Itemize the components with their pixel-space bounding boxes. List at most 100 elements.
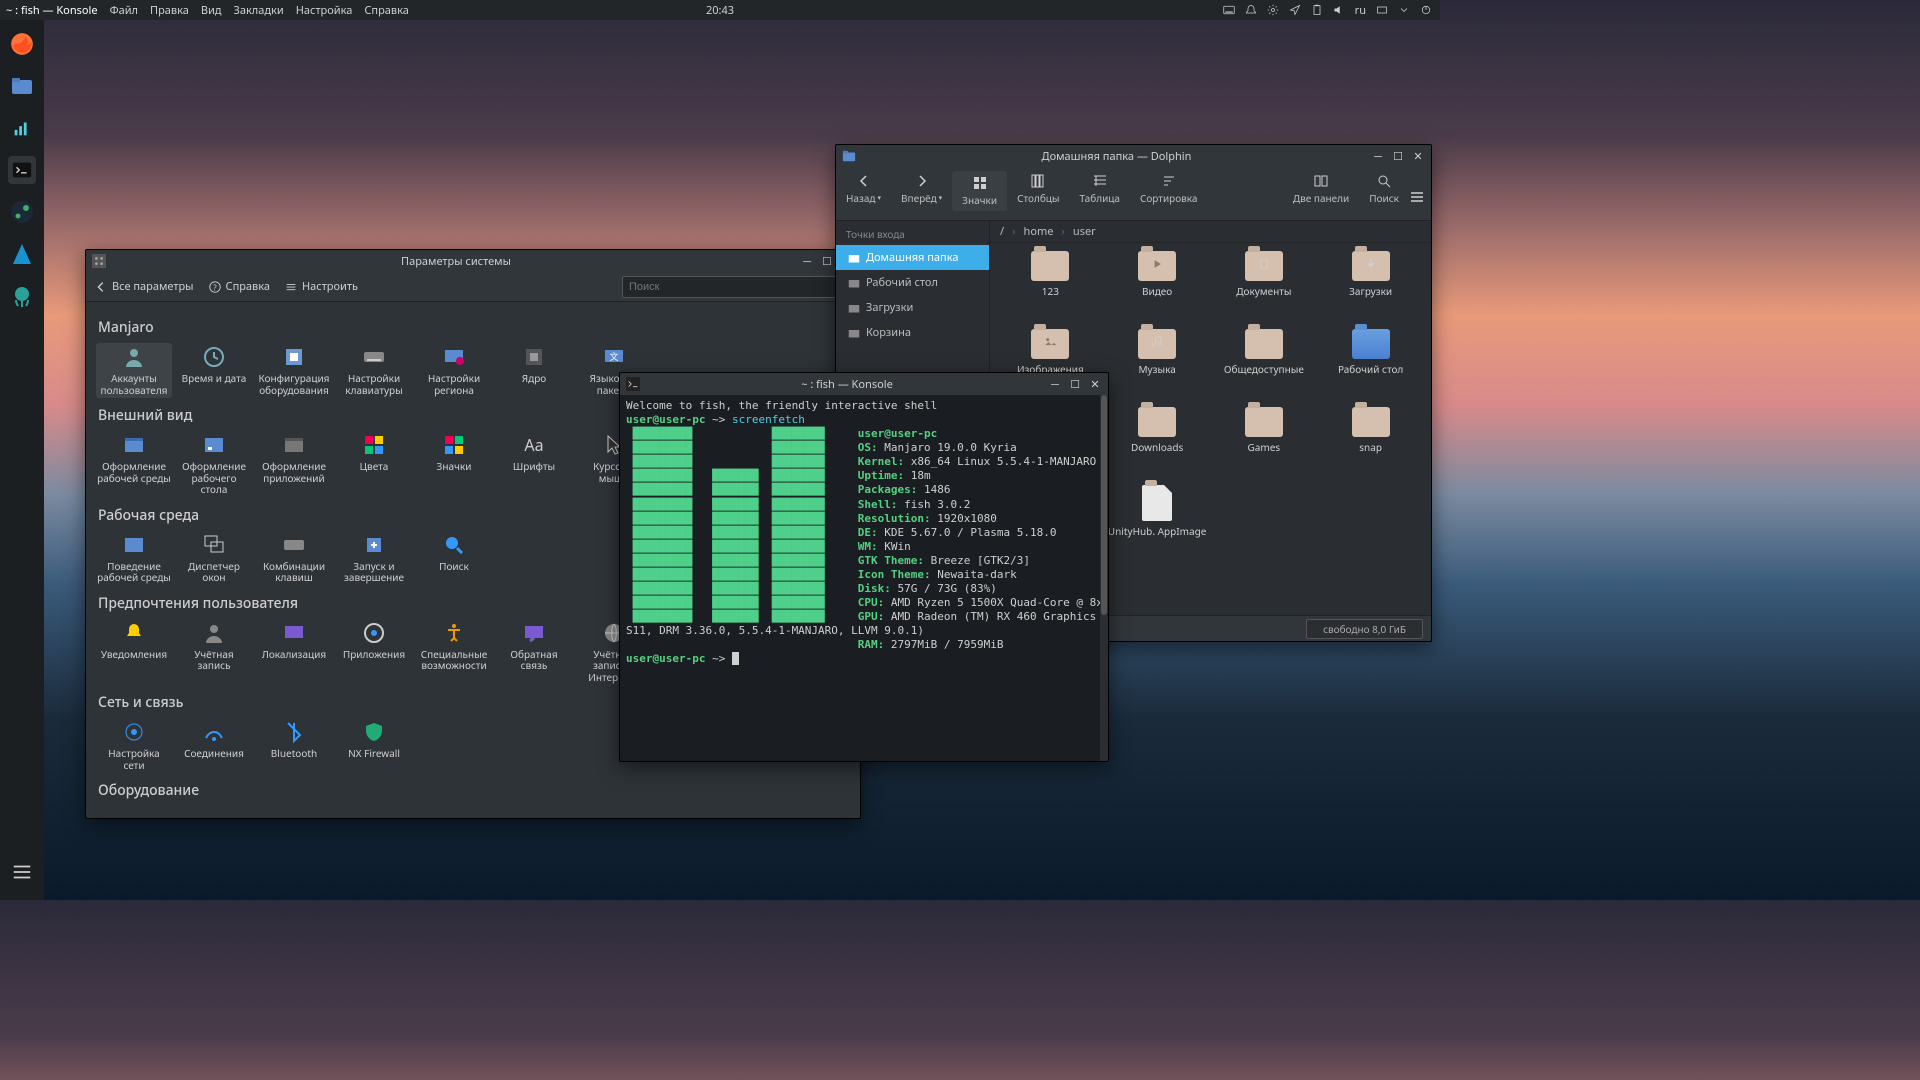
settings-item[interactable]: Оформление рабочего стола [176, 431, 252, 498]
dock-steam[interactable] [8, 198, 36, 226]
file-item[interactable]: UnityHub. AppImage [1105, 485, 1210, 561]
settings-item-label: Соединения [184, 748, 244, 760]
toolbar-split[interactable]: Две панели [1283, 173, 1359, 205]
toolbar-menu[interactable] [1409, 189, 1425, 205]
tray-keyboard-icon[interactable] [1223, 4, 1235, 16]
menu-help[interactable]: Справка [364, 3, 408, 18]
kbd-icon [362, 345, 386, 369]
konsole-titlebar[interactable]: ~ : fish — Konsole ─ ☐ ✕ [620, 373, 1108, 395]
minimize-button[interactable]: ─ [1371, 149, 1385, 163]
toolbar-search[interactable]: Поиск [1359, 173, 1409, 205]
toolbar-icons-view[interactable]: Значки [952, 171, 1007, 211]
tray-clipboard-icon[interactable] [1311, 4, 1323, 16]
panel-clock[interactable]: 20:43 [706, 3, 734, 18]
folder-item[interactable]: 123 [998, 251, 1103, 327]
toolbar-columns-view[interactable]: Столбцы [1007, 173, 1069, 205]
settings-item[interactable]: Цвета [336, 431, 412, 498]
menu-settings[interactable]: Настройка [296, 3, 353, 18]
folder-item[interactable]: Games [1212, 407, 1317, 483]
tray-location-icon[interactable] [1289, 4, 1301, 16]
settings-item[interactable]: Настройки клавиатуры [336, 343, 412, 398]
settings-item[interactable]: Время и дата [176, 343, 252, 398]
dock-octopi[interactable] [8, 282, 36, 310]
settings-item[interactable]: AaШрифты [496, 431, 572, 498]
settings-item[interactable]: Аккаунты пользователя [96, 343, 172, 398]
folder-item[interactable]: snap [1318, 407, 1423, 483]
settings-item[interactable]: Поведение рабочей среды [96, 531, 172, 586]
tray-chevron-icon[interactable] [1398, 4, 1410, 16]
settings-item[interactable]: Bluetooth [256, 718, 332, 773]
toolbar-back[interactable]: Все параметры [94, 279, 194, 294]
settings-item[interactable]: Настройка сети [96, 718, 172, 773]
tray-power-icon[interactable] [1420, 4, 1432, 16]
system-settings-titlebar[interactable]: Параметры системы ─ ☐ ✕ [86, 250, 860, 272]
breadcrumb[interactable]: / › home › user [990, 221, 1431, 243]
dock-terminal[interactable] [8, 156, 36, 184]
minimize-button[interactable]: ─ [800, 254, 814, 268]
toolbar-sort[interactable]: Сортировка [1130, 173, 1208, 205]
settings-item[interactable]: Комбинации клавиш [256, 531, 332, 586]
dock-files[interactable] [8, 72, 36, 100]
settings-item[interactable]: Ядро [496, 343, 572, 398]
settings-item[interactable]: Локализация [256, 619, 332, 686]
folder-item[interactable]: Рабочий стол [1318, 329, 1423, 405]
dock-firefox[interactable] [8, 30, 36, 58]
settings-item[interactable]: Уведомления [96, 619, 172, 686]
settings-item[interactable]: Соединения [176, 718, 252, 773]
settings-item[interactable]: Специальные возможности [416, 619, 492, 686]
breadcrumb-user[interactable]: user [1073, 224, 1096, 239]
tray-volume-icon[interactable] [1333, 4, 1345, 16]
settings-item[interactable]: Оформление приложений [256, 431, 332, 498]
sidebar-item[interactable]: Рабочий стол [836, 270, 989, 295]
folder-item[interactable]: Видео [1105, 251, 1210, 327]
dock-monitor[interactable] [8, 114, 36, 142]
breadcrumb-home[interactable]: home [1024, 224, 1054, 239]
dock-menu-icon[interactable] [8, 858, 36, 886]
terminal-scrollbar[interactable] [1100, 395, 1108, 761]
settings-item-label: Локализация [262, 649, 326, 661]
sidebar-item[interactable]: Корзина [836, 320, 989, 345]
maximize-button[interactable]: ☐ [1068, 377, 1082, 391]
dock-arch[interactable] [8, 240, 36, 268]
toolbar-configure[interactable]: Настроить [284, 279, 358, 294]
menu-file[interactable]: Файл [110, 3, 138, 18]
toolbar-back[interactable]: Назад ▾ [836, 173, 891, 205]
tray-network-icon[interactable] [1376, 4, 1388, 16]
maximize-button[interactable]: ☐ [820, 254, 834, 268]
toolbar-table-view[interactable]: Таблица [1070, 173, 1130, 205]
settings-item[interactable]: Настройки региона [416, 343, 492, 398]
terminal-output[interactable]: Welcome to fish, the friendly interactiv… [620, 395, 1108, 761]
sidebar-item[interactable]: Загрузки [836, 295, 989, 320]
settings-item[interactable]: Учётная запись [176, 619, 252, 686]
settings-item[interactable]: Конфигурация оборудования [256, 343, 332, 398]
settings-item[interactable]: NX Firewall [336, 718, 412, 773]
folder-item[interactable]: Музыка [1105, 329, 1210, 405]
settings-item[interactable]: Значки [416, 431, 492, 498]
tray-notifications-icon[interactable] [1245, 4, 1257, 16]
menu-bookmarks[interactable]: Закладки [234, 3, 284, 18]
minimize-button[interactable]: ─ [1048, 377, 1062, 391]
menu-view[interactable]: Вид [201, 3, 222, 18]
tray-lang[interactable]: ru [1355, 3, 1366, 18]
settings-item[interactable]: Обратная связь [496, 619, 572, 686]
toolbar-help[interactable]: ? Справка [208, 279, 270, 294]
settings-item[interactable]: Запуск и завершение [336, 531, 412, 586]
folder-item[interactable]: Downloads [1105, 407, 1210, 483]
folder-item[interactable]: Документы [1212, 251, 1317, 327]
tray-settings-icon[interactable] [1267, 4, 1279, 16]
dolphin-titlebar[interactable]: Домашняя папка — Dolphin ─ ☐ ✕ [836, 145, 1431, 167]
settings-search-input[interactable] [622, 276, 852, 298]
maximize-button[interactable]: ☐ [1391, 149, 1405, 163]
menu-edit[interactable]: Правка [150, 3, 189, 18]
settings-item[interactable]: Поиск [416, 531, 492, 586]
breadcrumb-root[interactable]: / [1000, 224, 1004, 239]
close-button[interactable]: ✕ [1411, 149, 1425, 163]
sidebar-item[interactable]: Домашняя папка [836, 245, 989, 270]
settings-item[interactable]: Оформление рабочей среды [96, 431, 172, 498]
settings-item[interactable]: Диспетчер окон [176, 531, 252, 586]
folder-item[interactable]: Загрузки [1318, 251, 1423, 327]
folder-item[interactable]: Общедоступные [1212, 329, 1317, 405]
settings-item[interactable]: Приложения [336, 619, 412, 686]
toolbar-forward[interactable]: Вперёд ▾ [891, 173, 952, 205]
close-button[interactable]: ✕ [1088, 377, 1102, 391]
